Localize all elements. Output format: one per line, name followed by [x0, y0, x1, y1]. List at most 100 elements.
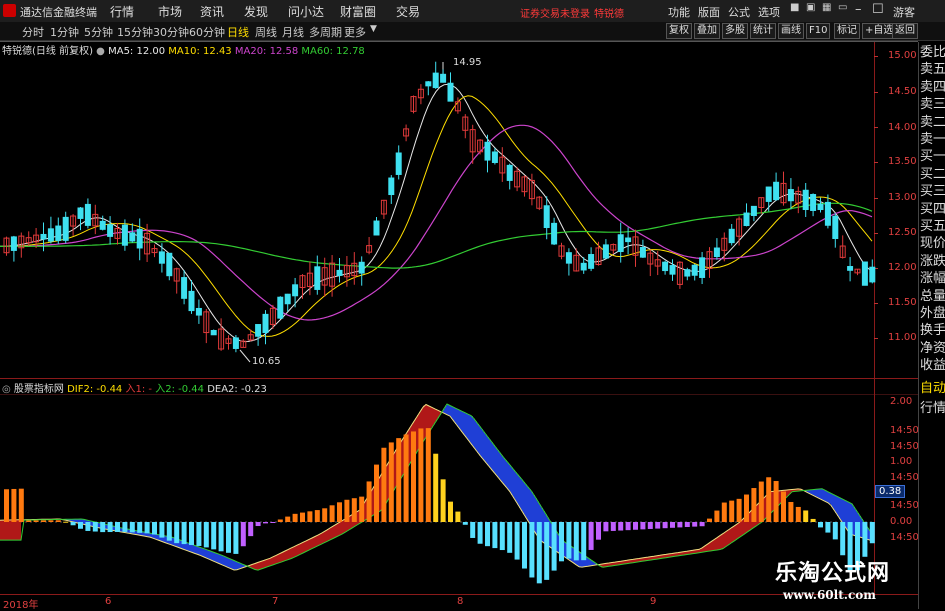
candle-body — [210, 330, 217, 336]
side-panel-item[interactable]: 行情 — [920, 400, 945, 417]
macd-bar — [773, 481, 779, 522]
dif-label: DIF2: -0.44 — [67, 384, 123, 395]
kline-chart-canvas[interactable] — [0, 0, 945, 609]
macd-bar — [18, 488, 24, 522]
low-marker — [239, 349, 251, 363]
candle-body — [662, 261, 669, 272]
side-panel-item[interactable]: 涨跌 — [920, 253, 945, 270]
price-tick: 12.00 — [888, 262, 917, 273]
side-panel-item[interactable]: 收益 — [920, 357, 945, 374]
side-panel-item[interactable]: 卖四 — [920, 79, 945, 96]
candle-body — [713, 247, 720, 258]
macd-bar — [174, 522, 180, 544]
macd-bar — [396, 438, 402, 522]
side-panel-item[interactable]: 卖五 — [920, 61, 945, 78]
candle-body — [55, 225, 62, 241]
macd-bar — [78, 522, 83, 529]
macd-bar — [388, 442, 394, 522]
candle-body — [188, 290, 195, 312]
candle-body — [565, 252, 572, 264]
date-tick: 7 — [272, 596, 279, 607]
macd-bar — [240, 522, 246, 547]
indicator-name[interactable]: 股票指标网 — [14, 384, 64, 395]
candle-body — [77, 207, 84, 219]
candle-body — [639, 247, 646, 258]
candle-body — [277, 296, 284, 319]
settings-dot-icon[interactable]: ● — [96, 46, 105, 57]
macd-bar — [92, 522, 98, 532]
date-tick: 8 — [457, 596, 464, 607]
macd-bar — [41, 520, 46, 522]
macd-bar — [596, 522, 601, 540]
side-panel-item[interactable]: 现价 — [920, 235, 945, 252]
candle-body — [40, 233, 47, 240]
price-tick-mark — [874, 92, 878, 93]
candle-body — [292, 284, 299, 297]
candle-body — [121, 224, 128, 246]
macd-bar — [366, 481, 372, 522]
side-panel-item[interactable]: 换手 — [920, 322, 945, 339]
side-panel-item[interactable]: 自动 — [920, 380, 945, 397]
candle-body — [617, 234, 624, 253]
macd-bar — [211, 522, 217, 550]
candle-body — [195, 307, 202, 316]
side-panel-item[interactable]: 净资 — [920, 340, 945, 357]
chart-title: 特锐德(日线 前复权) — [2, 46, 93, 57]
watermark: 乐淘公式网 www.60lt.com — [775, 555, 915, 609]
candle-body — [373, 220, 380, 236]
price-tick: 13.50 — [888, 156, 917, 167]
macd-bar — [588, 522, 594, 550]
side-panel-item[interactable]: 总量 — [920, 288, 945, 305]
side-panel-item[interactable]: 买一 — [920, 148, 945, 165]
side-panel-item[interactable]: 卖二 — [920, 114, 945, 131]
macd-bar — [329, 505, 335, 522]
side-panel-item[interactable]: 买三 — [920, 183, 945, 200]
candle-body — [107, 224, 114, 237]
macd-bar — [292, 513, 298, 522]
macd-bar — [788, 501, 794, 522]
macd-bar — [485, 522, 490, 547]
macd-bar — [107, 522, 113, 533]
candle-body — [847, 266, 854, 271]
macd-bar — [455, 511, 461, 522]
side-panel-item[interactable]: 外盘 — [920, 305, 945, 322]
macd-bar — [507, 522, 513, 553]
side-panel-item[interactable]: 涨幅 — [920, 270, 945, 287]
macd-tick: 1.00 — [890, 456, 913, 467]
price-tick-mark — [874, 56, 878, 57]
candle-body — [395, 152, 402, 175]
side-panel-item[interactable]: 买二 — [920, 166, 945, 183]
side-panel-item[interactable]: 买四 — [920, 201, 945, 218]
macd-bar — [803, 510, 809, 522]
macd-tick: 14:50 — [890, 532, 919, 543]
macd-bar — [70, 522, 76, 526]
candle-body — [824, 201, 831, 226]
candle-body — [491, 151, 498, 163]
indicator-settings-icon[interactable]: ◎ — [2, 384, 11, 395]
price-tick-mark — [874, 127, 878, 128]
macd-bar — [581, 522, 587, 561]
macd-bar — [33, 520, 39, 522]
price-tick-mark — [874, 162, 878, 163]
side-panel-item[interactable]: 委比 — [920, 44, 945, 61]
macd-bar — [647, 522, 653, 529]
side-panel-item[interactable]: 卖一 — [920, 131, 945, 148]
axis-line — [874, 42, 875, 594]
macd-bar — [825, 522, 831, 533]
macd-bar — [699, 522, 705, 527]
macd-bar — [85, 522, 91, 531]
macd-bar — [381, 447, 387, 522]
macd-bar — [721, 502, 727, 522]
macd-bar — [655, 522, 661, 529]
macd-bar — [810, 518, 816, 522]
ma5-label: MA5: 12.00 — [108, 46, 166, 57]
macd-bar — [640, 522, 646, 530]
side-panel-item[interactable]: 买五 — [920, 218, 945, 235]
candle-body — [314, 266, 321, 290]
macd-bar — [255, 522, 261, 527]
macd-bar — [203, 522, 209, 548]
macd-bar — [633, 522, 638, 530]
ma60-label: MA60: 12.78 — [301, 46, 365, 57]
macd-bar — [233, 522, 239, 554]
side-panel-item[interactable]: 卖三 — [920, 96, 945, 113]
